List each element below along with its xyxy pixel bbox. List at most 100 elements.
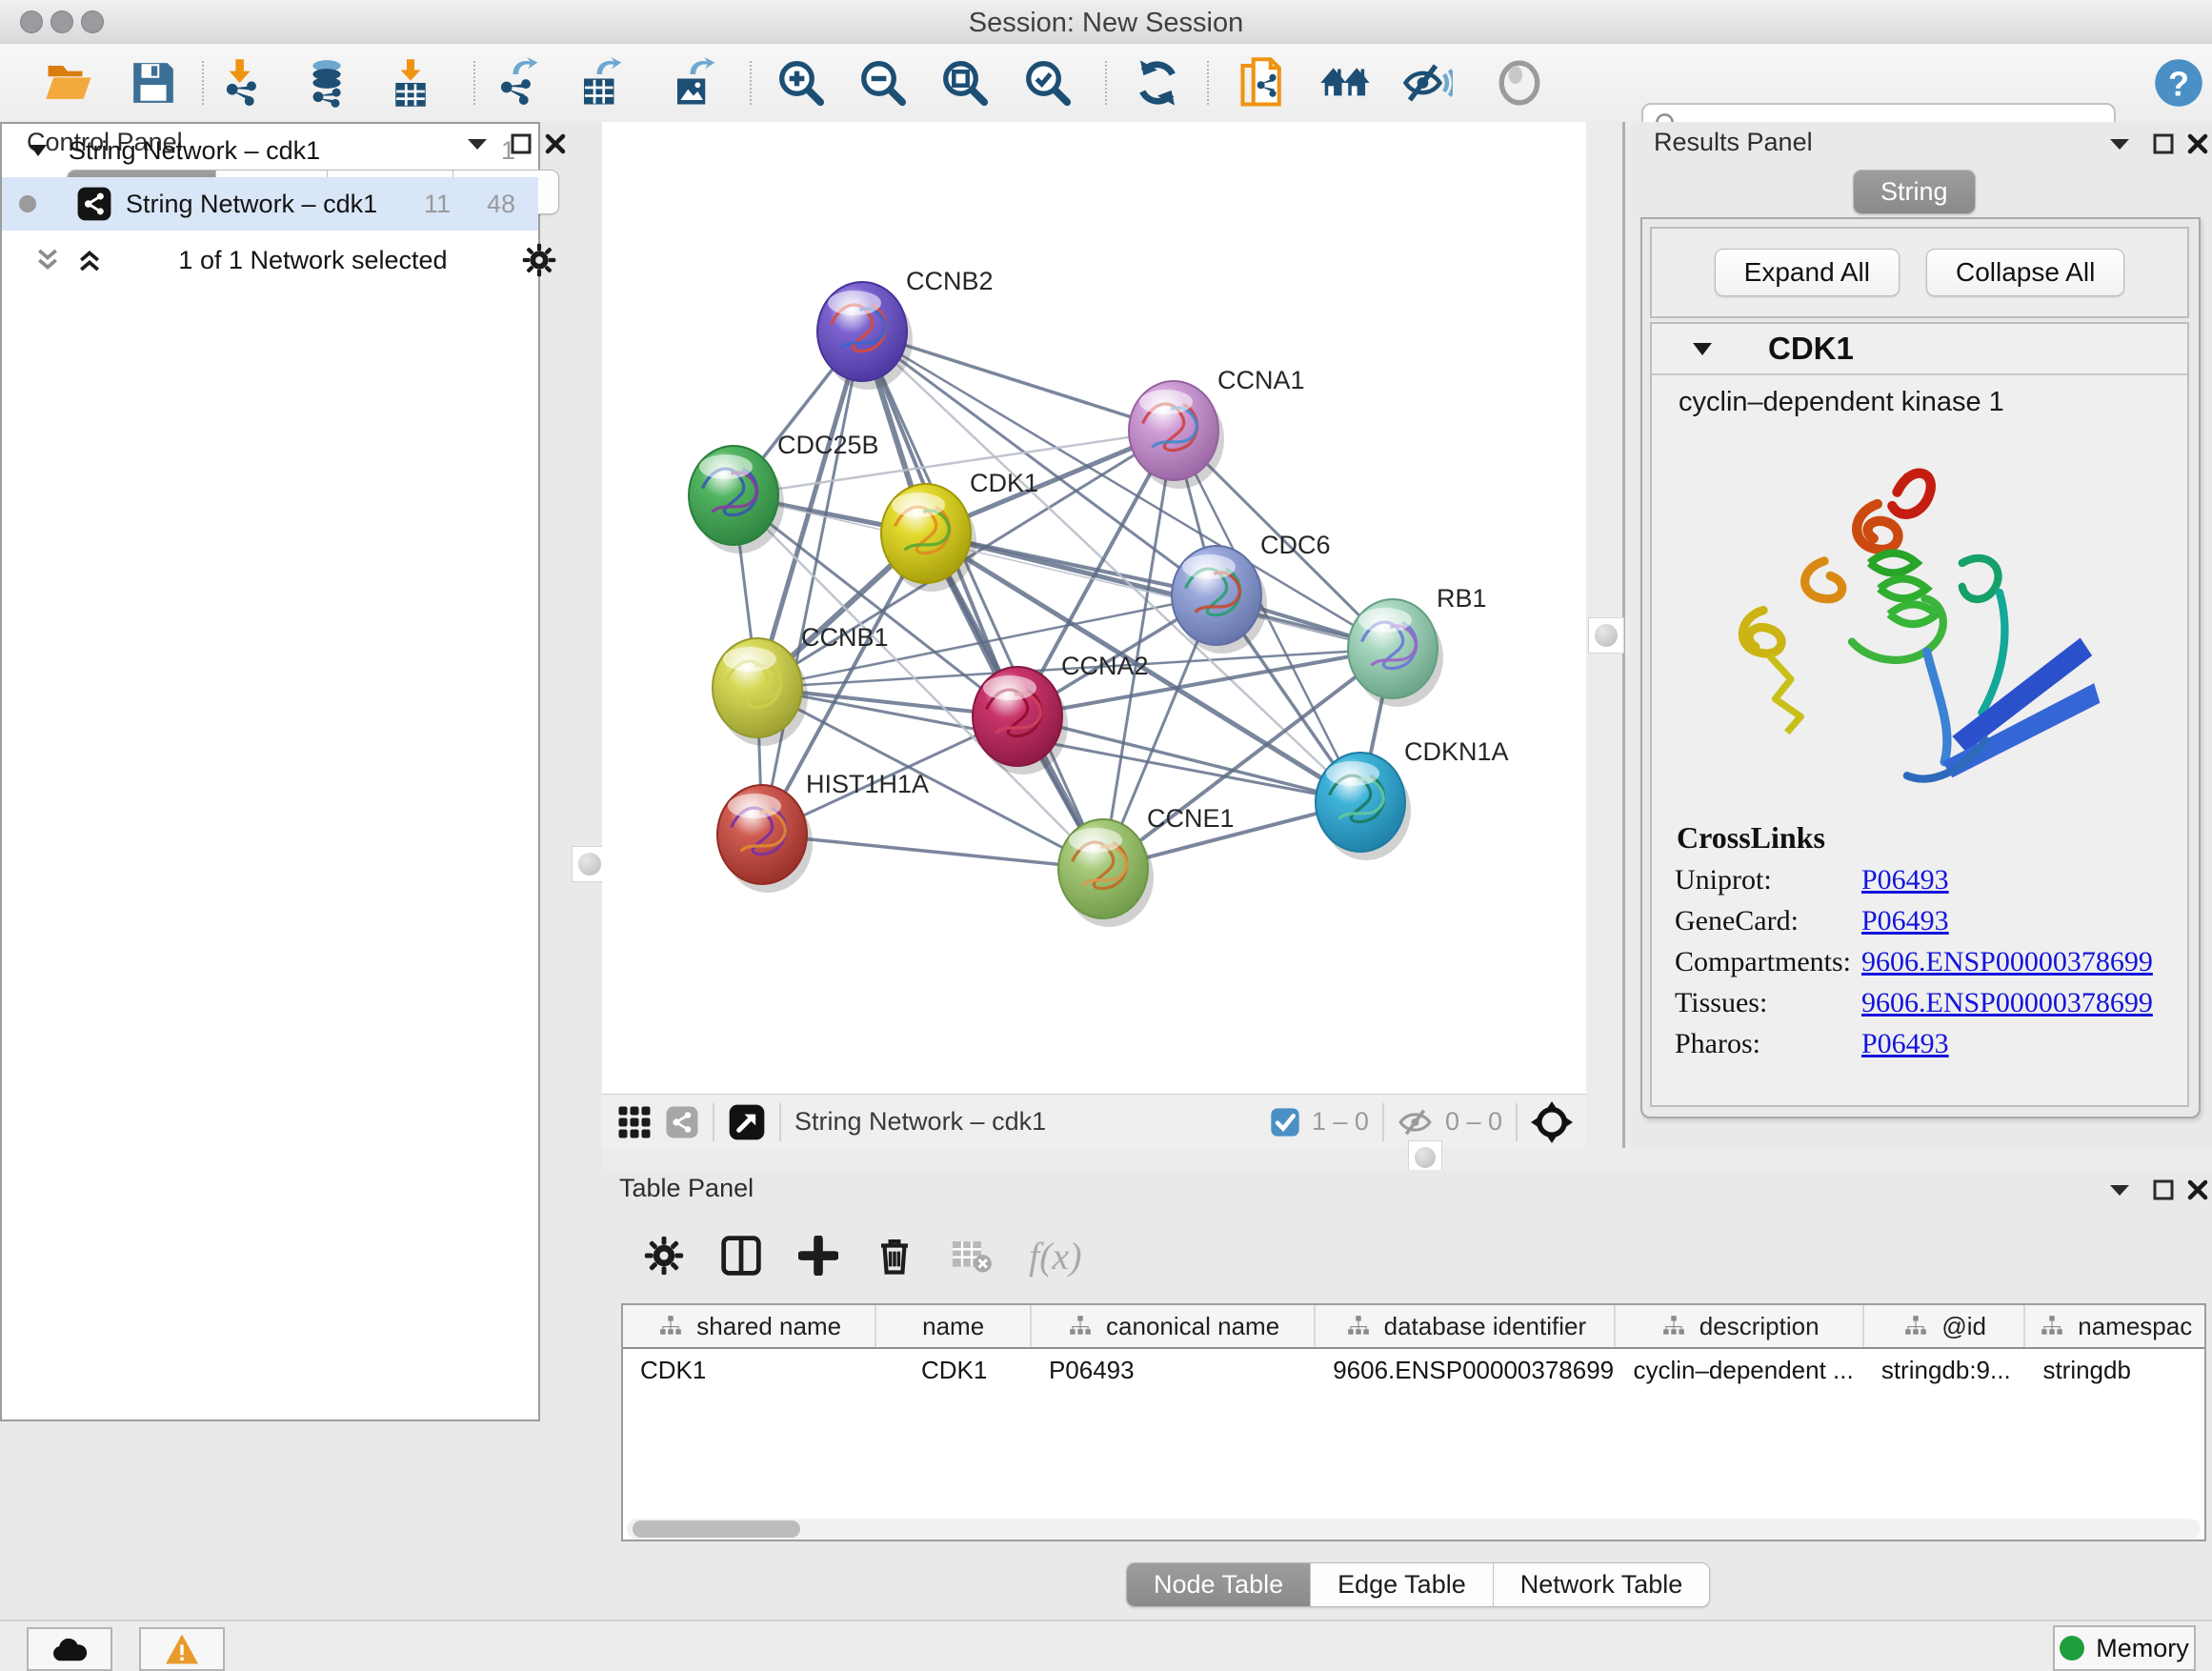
save-session-button[interactable] [126, 55, 181, 111]
network-collection-row[interactable]: String Network – cdk1 1 [2, 124, 538, 177]
warnings-button[interactable] [139, 1627, 225, 1671]
node-HIST1H1A[interactable]: HIST1H1A [717, 770, 929, 893]
float-panel-icon[interactable] [2147, 1176, 2180, 1204]
collection-disclosure-icon[interactable] [29, 144, 48, 157]
table-row[interactable]: CDK1 CDK1 P06493 9606.ENSP00000378699 cy… [623, 1349, 2204, 1391]
expand-all-button[interactable]: Expand All [1715, 249, 1900, 296]
panel-menu-icon[interactable] [2103, 130, 2136, 158]
network-graph[interactable]: CCNB2CCNA1CDC25BCDK1CDC6RB1CCNB1CCNA2CDK… [602, 122, 1586, 1094]
network-canvas[interactable]: CCNB2CCNA1CDC25BCDK1CDC6RB1CCNB1CCNA2CDK… [602, 122, 1586, 1094]
panel-menu-icon[interactable] [2103, 1176, 2136, 1204]
center-view-crosshair-icon[interactable] [1531, 1101, 1573, 1143]
network-share-icon[interactable] [665, 1105, 699, 1139]
create-column-plus-icon[interactable] [798, 1236, 838, 1276]
tab-node-table[interactable]: Node Table [1127, 1563, 1311, 1606]
node-CCNE1[interactable]: CCNE1 [1058, 804, 1235, 927]
import-network-button[interactable] [215, 55, 271, 111]
show-grid-icon[interactable] [617, 1105, 652, 1139]
network-options-gear-icon[interactable] [522, 243, 556, 277]
right-splitter-handle[interactable] [1588, 617, 1624, 654]
crosslink-link[interactable]: P06493 [1861, 864, 1949, 896]
edge-CCNE1-HIST1H1A[interactable] [762, 835, 1103, 869]
column-header[interactable]: namespac [2025, 1305, 2204, 1347]
zoom-in-button[interactable] [774, 55, 829, 111]
show-columns-icon[interactable] [720, 1235, 762, 1277]
collapse-all-button[interactable]: Collapse All [1926, 249, 2124, 296]
table-settings-gear-icon[interactable] [644, 1236, 684, 1276]
clone-network-button[interactable] [1237, 55, 1292, 111]
application-window: Session: New Session [0, 0, 2212, 1671]
tab-edge-table[interactable]: Edge Table [1311, 1563, 1494, 1606]
apply-layout-button[interactable] [1130, 55, 1185, 111]
houses-icon [1318, 57, 1374, 109]
crosslink-link[interactable]: 9606.ENSP00000378699 [1861, 987, 2153, 1019]
node-CCNA1[interactable]: CCNA1 [1129, 366, 1305, 489]
export-image-button[interactable] [667, 55, 722, 111]
crosslink-link[interactable]: P06493 [1861, 1028, 1949, 1060]
selected-checkbox-icon[interactable] [1270, 1107, 1300, 1137]
zoom-selected-button[interactable] [1020, 55, 1076, 111]
node-label: HIST1H1A [806, 770, 929, 798]
protein-card-header[interactable]: CDK1 [1652, 324, 2187, 375]
column-header[interactable]: canonical name [1032, 1305, 1316, 1347]
column-header[interactable]: name [876, 1305, 1032, 1347]
table-cell[interactable]: CDK1 [876, 1349, 1032, 1391]
show-all-button[interactable] [1492, 55, 1547, 111]
table-cell[interactable]: cyclin–dependent ... [1616, 1349, 1863, 1391]
zoom-out-button[interactable] [855, 55, 911, 111]
delete-column-trash-icon[interactable] [875, 1236, 915, 1276]
column-header[interactable]: shared name [623, 1305, 876, 1347]
zoom-fit-button[interactable] [937, 55, 993, 111]
import-table-button[interactable] [383, 55, 438, 111]
results-panel-title: Results Panel [1654, 128, 1813, 157]
cloud-status-button[interactable] [27, 1627, 112, 1671]
node-label: CCNE1 [1147, 804, 1235, 833]
node-RB1[interactable]: RB1 [1348, 584, 1487, 707]
node-CDC6[interactable]: CDC6 [1172, 531, 1331, 654]
table-import-icon [385, 57, 436, 109]
help-icon: ? [2153, 57, 2204, 109]
export-network-button[interactable] [490, 55, 545, 111]
table-cell[interactable]: 9606.ENSP00000378699 [1316, 1349, 1616, 1391]
close-panel-icon[interactable] [2182, 130, 2212, 158]
memory-button[interactable]: Memory [2053, 1625, 2196, 1671]
column-header[interactable]: @id [1864, 1305, 2026, 1347]
column-mapping-icon [1066, 1314, 1095, 1339]
column-header[interactable]: database identifier [1316, 1305, 1616, 1347]
hidden-eye-slash-icon[interactable] [1398, 1106, 1436, 1138]
crosslink-link[interactable]: 9606.ENSP00000378699 [1861, 946, 2153, 978]
table-cell[interactable]: stringdb:9... [1864, 1349, 2026, 1391]
help-button[interactable]: ? [2151, 55, 2206, 111]
first-neighbors-button[interactable] [1318, 55, 1374, 111]
horizontal-splitter[interactable] [602, 1148, 2212, 1170]
float-panel-icon[interactable] [2147, 130, 2180, 158]
collapse-all-networks-icon[interactable] [33, 246, 62, 274]
node-label: CCNB2 [906, 267, 994, 295]
table-cell[interactable]: P06493 [1032, 1349, 1316, 1391]
gray-eye-icon [1496, 59, 1543, 107]
node-CDKN1A[interactable]: CDKN1A [1316, 737, 1509, 860]
network-row[interactable]: String Network – cdk1 11 48 [2, 177, 538, 231]
table-cell[interactable]: CDK1 [623, 1349, 876, 1391]
close-panel-icon[interactable] [539, 130, 572, 158]
close-panel-icon[interactable] [2182, 1176, 2212, 1204]
open-session-button[interactable] [42, 55, 97, 111]
right-splitter[interactable] [1586, 122, 1631, 1148]
node-CCNB1[interactable]: CCNB1 [713, 623, 889, 746]
horizontal-scrollbar[interactable] [627, 1519, 2201, 1540]
tab-network-table[interactable]: Network Table [1494, 1563, 1710, 1606]
scrollbar-thumb[interactable] [633, 1520, 800, 1538]
zoom-selected-icon [1022, 57, 1074, 109]
export-table-button[interactable] [573, 55, 629, 111]
import-network-from-database-button[interactable] [299, 55, 354, 111]
expand-all-networks-icon[interactable] [75, 246, 104, 274]
table-cell[interactable]: stringdb [2025, 1349, 2204, 1391]
crosslinks-section: CrossLinks Uniprot:P06493 GeneCard:P0649… [1652, 820, 2187, 1060]
crosslink-link[interactable]: P06493 [1861, 905, 1949, 937]
birdseye-view-icon[interactable] [728, 1103, 766, 1141]
protein-disclosure-icon[interactable] [1692, 342, 1713, 356]
hidden-node-edge-counts: 0 – 0 [1445, 1107, 1502, 1137]
column-header[interactable]: description [1616, 1305, 1863, 1347]
tab-string[interactable]: String [1854, 171, 1975, 213]
hide-selected-button[interactable] [1399, 55, 1455, 111]
